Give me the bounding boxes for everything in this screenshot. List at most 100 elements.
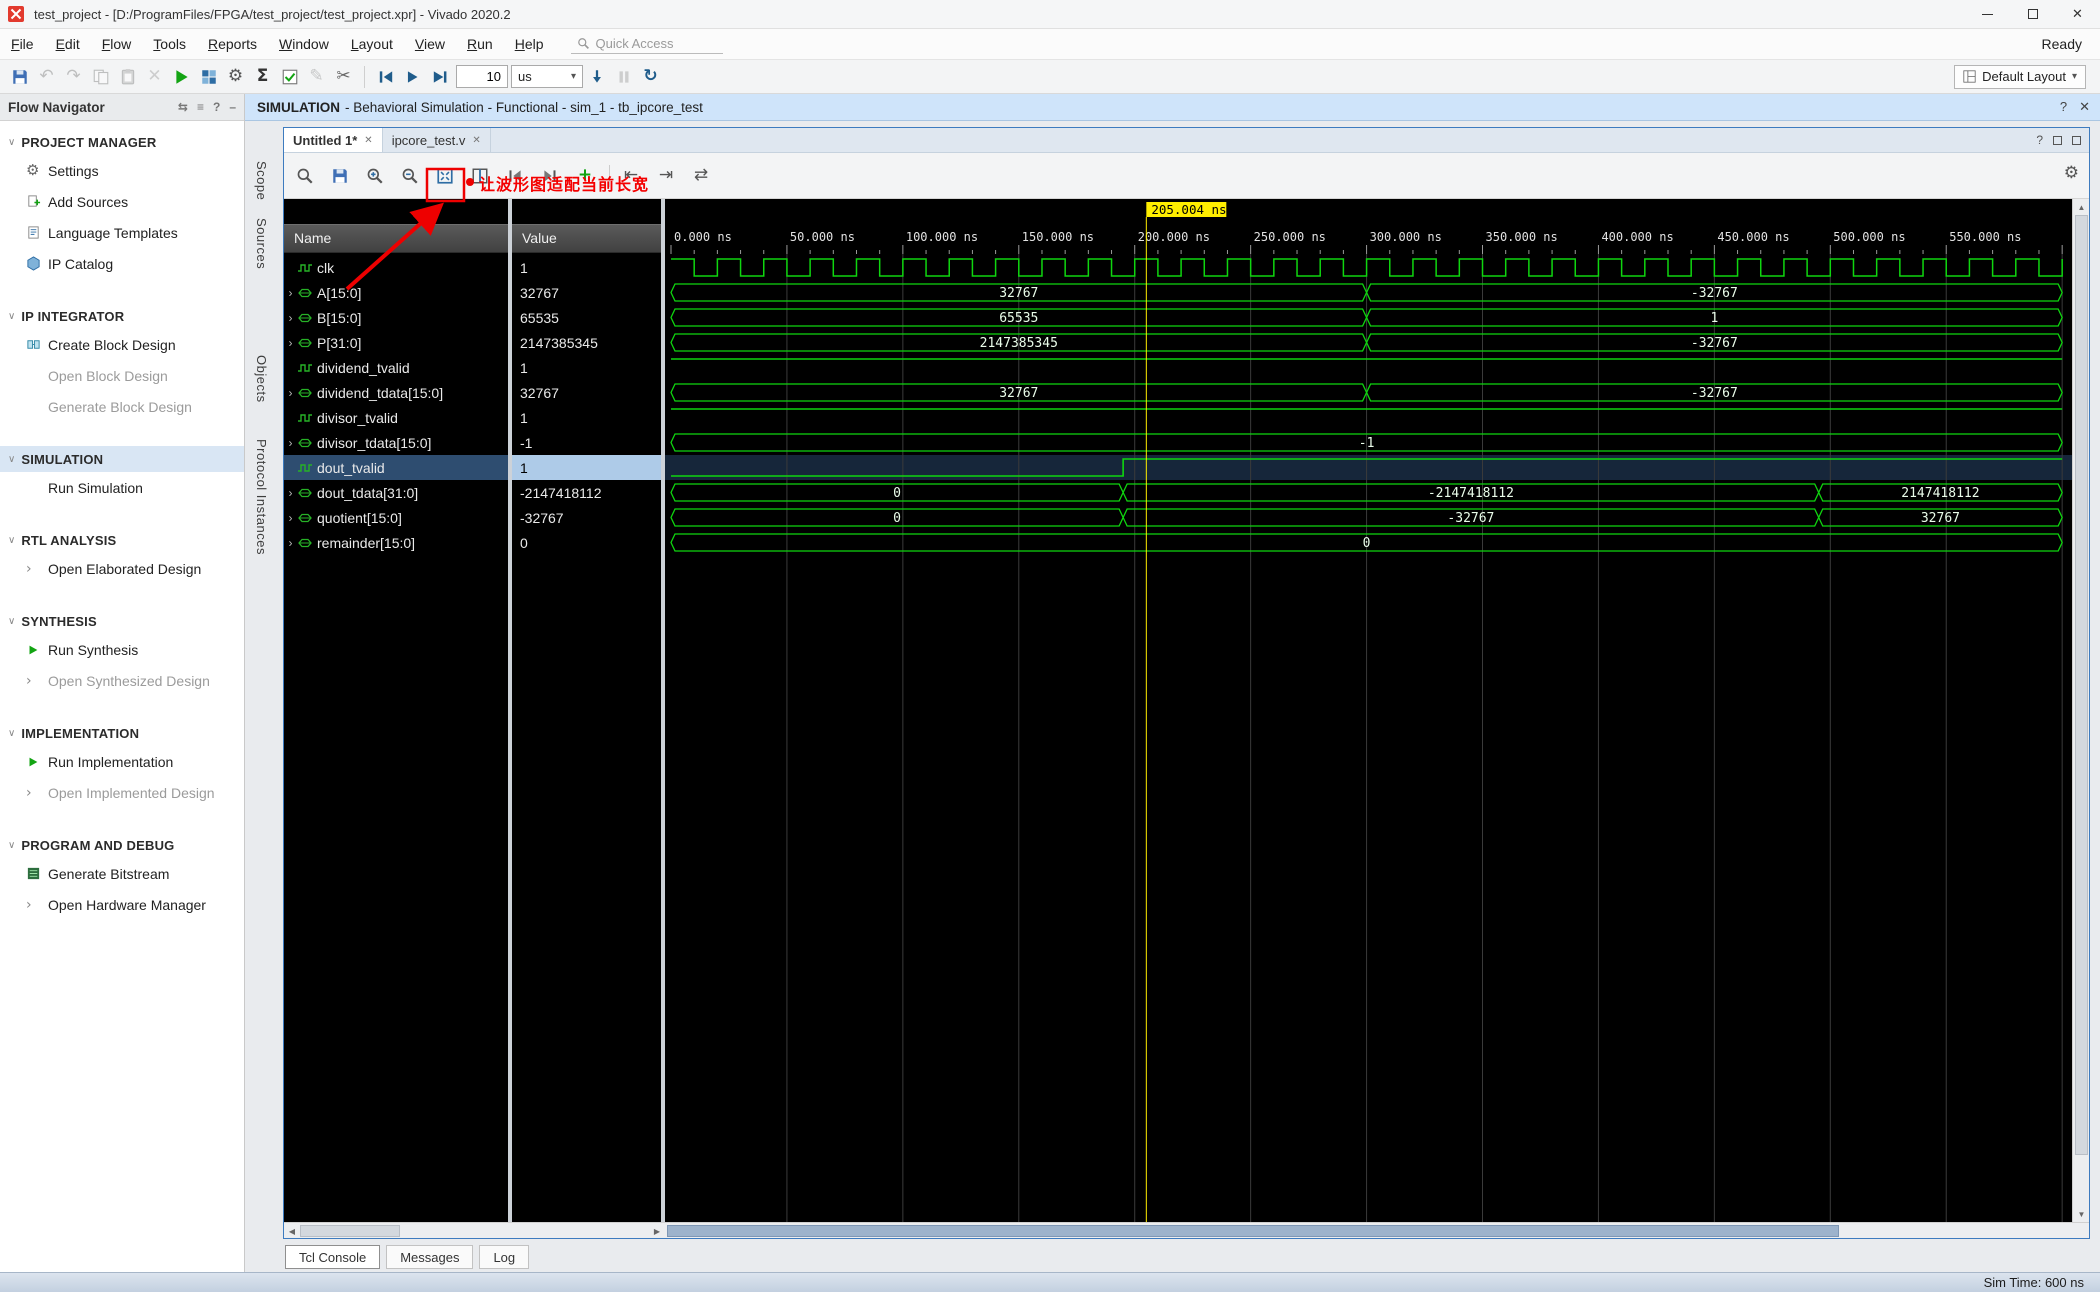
flow-item-run-synthesis[interactable]: Run Synthesis [0,634,244,665]
signal-row-divisor-tvalid[interactable]: divisor_tvalid [284,405,508,430]
tab-untitled-1[interactable]: Untitled 1* ✕ [284,128,383,152]
go-to-last-time-icon[interactable]: ⇥ [653,163,679,189]
wave-plot[interactable]: 0.000 ns 50.000 ns 100.000 ns 150.000 ns 200… [665,199,2072,1222]
flow-section-header-project-manager[interactable]: ∨ PROJECT MANAGER [0,129,244,155]
menu-edit[interactable]: Edit [45,29,91,60]
bottom-tab-tcl-console[interactable]: Tcl Console [285,1245,381,1269]
flow-item-open-synthesized-design[interactable]: › Open Synthesized Design [0,665,244,696]
probe-icon[interactable]: ✂ [330,63,357,90]
collapse-icon[interactable]: ∨ [8,137,15,148]
side-tab-sources[interactable]: Sources [254,218,269,269]
flow-item-open-hardware-manager[interactable]: › Open Hardware Manager [0,889,244,920]
flow-section-header-program-and-debug[interactable]: ∨ PROGRAM AND DEBUG [0,832,244,858]
expander-icon[interactable]: › [284,536,297,550]
scroll-down-icon[interactable]: ▼ [2073,1206,2090,1222]
settings-gear-icon[interactable]: ⚙ [222,63,249,90]
flow-section-header-implementation[interactable]: ∨ IMPLEMENTATION [0,720,244,746]
edit-icon[interactable]: ✎ [303,63,330,90]
flow-item-open-block-design[interactable]: Open Block Design [0,360,244,391]
bottom-tab-log[interactable]: Log [479,1245,530,1269]
menu-file[interactable]: File [0,29,45,60]
close-button[interactable]: ✕ [2055,0,2100,28]
flow-item-settings[interactable]: ⚙ Settings [0,155,244,186]
swap-cursor-icon[interactable]: ⇄ [688,163,714,189]
expander-icon[interactable]: › [284,511,297,525]
collapse-icon[interactable]: ∨ [8,616,15,627]
signal-row-b-15-0[interactable]: › B[15:0] [284,305,508,330]
name-scroll-thumb[interactable] [300,1225,400,1237]
save-wave-config-icon[interactable] [327,163,353,189]
flow-item-run-simulation[interactable]: Run Simulation [0,472,244,503]
collapse-icon[interactable]: ∨ [8,311,15,322]
wave-vertical-scrollbar[interactable]: ▲ ▼ [2072,199,2089,1222]
flow-item-ip-catalog[interactable]: IP Catalog [0,248,244,279]
expander-icon[interactable]: › [284,486,297,500]
copy-icon[interactable] [87,63,114,90]
minimize-button[interactable] [1965,0,2010,28]
value-column-header[interactable]: Value [522,230,557,246]
restart-icon[interactable] [372,63,399,90]
scroll-right-icon[interactable]: ▶ [649,1223,665,1239]
collapse-icon[interactable]: ∨ [8,454,15,465]
flow-menu-icon[interactable]: ≡ [197,100,204,114]
tab-close-icon[interactable]: ✕ [472,135,480,146]
sim-runtime-input[interactable] [456,65,508,88]
side-tab-protocol-instances[interactable]: Protocol Instances [254,439,269,555]
signal-row-p-31-0[interactable]: › P[31:0] [284,330,508,355]
tab-close-icon[interactable]: ✕ [364,135,372,146]
bottom-tab-messages[interactable]: Messages [386,1245,474,1269]
window-help-icon[interactable]: ? [2036,133,2043,147]
zoom-out-icon[interactable] [397,163,423,189]
signal-row-dividend-tvalid[interactable]: dividend_tvalid [284,355,508,380]
menu-reports[interactable]: Reports [197,29,268,60]
wave-scroll-thumb[interactable] [667,1225,1839,1237]
layout-selector[interactable]: Default Layout ▾ [1954,64,2086,89]
flow-section-header-simulation[interactable]: ∨ SIMULATION [0,446,244,472]
signal-row-dout-tdata-31-0[interactable]: › dout_tdata[31:0] [284,480,508,505]
sim-unit-select[interactable]: us ▾ [511,65,583,88]
float-window-icon[interactable] [2053,135,2062,145]
report-icon[interactable] [276,63,303,90]
tab-ipcore-test-v[interactable]: ipcore_test.v ✕ [383,128,491,152]
zoom-in-icon[interactable] [362,163,388,189]
flow-item-generate-block-design[interactable]: Generate Block Design [0,391,244,422]
flow-section-header-rtl-analysis[interactable]: ∨ RTL ANALYSIS [0,527,244,553]
signal-row-dividend-tdata-15-0[interactable]: › dividend_tdata[15:0] [284,380,508,405]
expander-icon[interactable]: › [284,311,297,325]
collapse-icon[interactable]: ∨ [8,728,15,739]
flow-help-icon[interactable]: ? [213,100,220,114]
maximize-button[interactable] [2010,0,2055,28]
flow-item-run-implementation[interactable]: Run Implementation [0,746,244,777]
delete-icon[interactable]: ✕ [141,63,168,90]
flow-item-open-elaborated-design[interactable]: › Open Elaborated Design [0,553,244,584]
context-close-icon[interactable]: ✕ [2079,99,2090,115]
scroll-left-icon[interactable]: ◀ [284,1223,300,1239]
side-tab-scope[interactable]: Scope [254,161,269,200]
collapse-icon[interactable]: ∨ [8,535,15,546]
wave-settings-icon[interactable]: ⚙ [2064,163,2079,183]
paste-icon[interactable] [114,63,141,90]
relaunch-icon[interactable]: ↻ [637,63,664,90]
run-icon[interactable] [168,63,195,90]
sum-icon[interactable]: Σ [249,63,276,90]
signal-row-remainder-15-0[interactable]: › remainder[15:0] [284,530,508,555]
expander-icon[interactable]: › [284,286,297,300]
flow-item-add-sources[interactable]: Add Sources [0,186,244,217]
zoom-fit-icon[interactable] [432,163,458,189]
name-column-header[interactable]: Name [294,230,331,246]
step-icon[interactable] [583,63,610,90]
flow-minimize-icon[interactable]: – [229,100,236,114]
expander-icon[interactable]: › [284,436,297,450]
redo-icon[interactable]: ↷ [60,63,87,90]
menu-window[interactable]: Window [268,29,340,60]
side-tab-objects[interactable]: Objects [254,355,269,403]
menu-flow[interactable]: Flow [91,29,143,60]
signal-row-quotient-15-0[interactable]: › quotient[15:0] [284,505,508,530]
flow-item-create-block-design[interactable]: Create Block Design [0,329,244,360]
flow-item-open-implemented-design[interactable]: › Open Implemented Design [0,777,244,808]
dashboard-icon[interactable] [195,63,222,90]
expander-icon[interactable]: › [284,336,297,350]
signal-row-a-15-0[interactable]: › A[15:0] [284,280,508,305]
expander-icon[interactable]: › [284,386,297,400]
quick-access[interactable]: Quick Access [570,34,723,54]
